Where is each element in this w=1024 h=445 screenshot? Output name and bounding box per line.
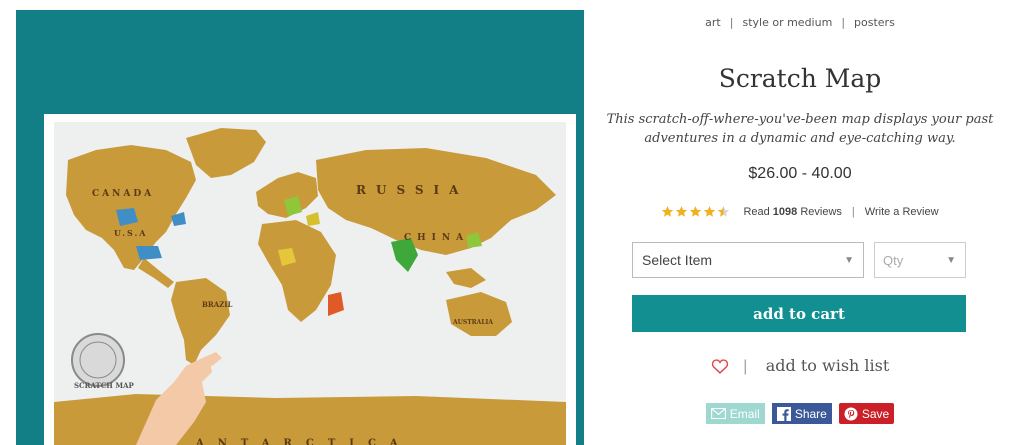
map-label-china: CHINA	[404, 233, 469, 243]
wish-separator: |	[742, 356, 748, 375]
chevron-down-icon: ▼	[946, 255, 956, 266]
share-buttons: Email Share Save	[600, 403, 1000, 424]
map-label-usa: U.S.A	[114, 228, 148, 238]
breadcrumb-separator: |	[729, 16, 734, 29]
reviews-count: 1098	[772, 205, 798, 218]
breadcrumb-art[interactable]: art	[705, 16, 721, 29]
email-share-label: Email	[729, 406, 760, 421]
star-rating	[661, 205, 731, 218]
breadcrumb-posters[interactable]: posters	[854, 16, 895, 29]
read-reviews-link[interactable]: Read 1098 Reviews	[743, 206, 841, 218]
star-icon	[676, 206, 688, 217]
pinterest-save-label: Save	[861, 406, 890, 421]
map-label-canada: CANADA	[92, 189, 154, 199]
pinterest-icon	[844, 407, 858, 420]
select-item-value: Select Item	[642, 252, 713, 268]
map-label-russia: RUSSIA	[356, 183, 468, 197]
scratch-map-illustration: RUSSIA CHINA CANADA U.S.A BRAZIL AUSTRAL…	[16, 10, 584, 445]
facebook-share-label: Share	[794, 406, 827, 421]
map-label-antarctica: ANTARCTICA	[195, 438, 412, 445]
product-description: This scratch-off-where-you've-been map d…	[606, 112, 994, 146]
reviews-bar: Read 1098 Reviews | Write a Review	[600, 205, 1000, 218]
chevron-down-icon: ▼	[844, 255, 854, 266]
breadcrumb-style-or-medium[interactable]: style or medium	[742, 16, 832, 29]
facebook-share-button[interactable]: Share	[771, 403, 832, 424]
read-reviews-prefix: Read	[743, 205, 770, 218]
star-icon	[704, 206, 716, 217]
pinterest-save-button[interactable]: Save	[838, 403, 895, 424]
breadcrumb: art | style or medium | posters	[600, 16, 1000, 29]
svg-text:SCRATCH MAP: SCRATCH MAP	[74, 381, 135, 390]
quantity-value: Qty	[883, 252, 904, 268]
heart-icon[interactable]	[711, 358, 729, 374]
envelope-icon	[710, 408, 726, 419]
product-details: art | style or medium | posters Scratch Map …	[600, 0, 1000, 445]
wish-list-row: | add to wish list	[600, 356, 1000, 375]
product-price: $26.00 - 40.00	[748, 165, 852, 182]
quantity-dropdown[interactable]: Qty ▼	[874, 242, 966, 278]
product-title: Scratch Map	[718, 64, 882, 93]
read-reviews-suffix: Reviews	[800, 205, 842, 218]
email-share-button[interactable]: Email	[705, 403, 765, 424]
half-star-icon	[718, 206, 730, 217]
facebook-icon	[776, 406, 791, 421]
map-label-australia: AUSTRALIA	[452, 319, 493, 326]
product-image[interactable]: RUSSIA CHINA CANADA U.S.A BRAZIL AUSTRAL…	[16, 10, 584, 445]
add-to-cart-button[interactable]: add to cart	[632, 295, 966, 332]
reviews-separator: |	[851, 205, 855, 218]
breadcrumb-separator: |	[841, 16, 846, 29]
write-review-link[interactable]: Write a Review	[865, 206, 939, 218]
map-label-brazil: BRAZIL	[202, 300, 233, 309]
add-to-wish-list-link[interactable]: add to wish list	[766, 356, 890, 375]
select-item-dropdown[interactable]: Select Item ▼	[632, 242, 864, 278]
star-icon	[662, 206, 674, 217]
star-icon	[690, 206, 702, 217]
